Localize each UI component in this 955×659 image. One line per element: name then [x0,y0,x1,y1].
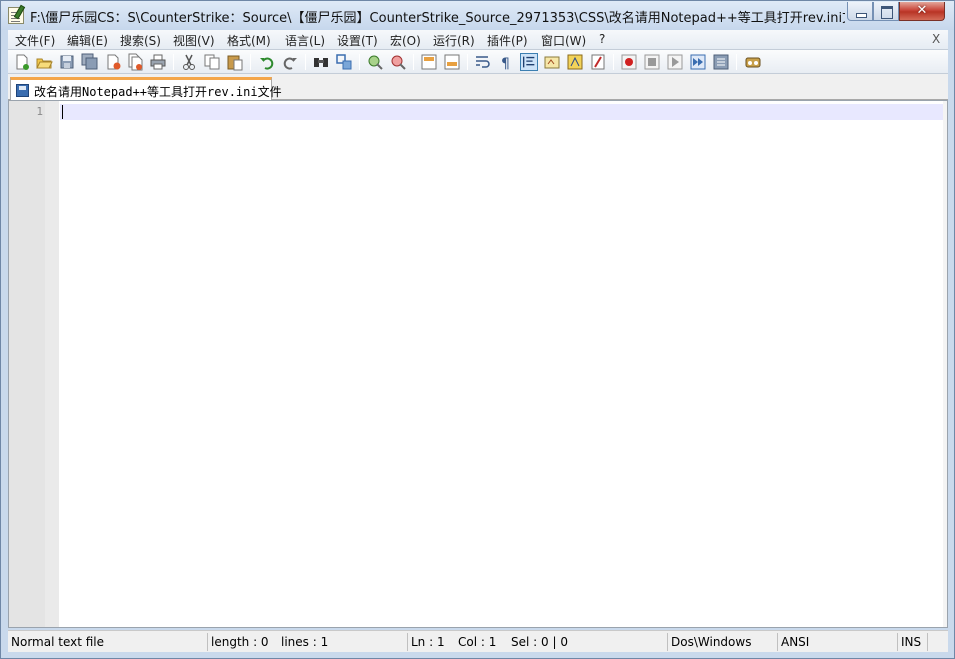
toolbar-separator [173,54,174,70]
status-line: Ln : 1 [411,635,445,649]
toolbar-separator [413,54,414,70]
open-file-icon[interactable] [35,53,53,71]
menu-run[interactable]: 运行(R) [433,32,475,49]
macro-stop-icon[interactable] [643,53,661,71]
window-title: F:\僵尸乐园CS：S\CounterStrike：Source\【僵尸乐园】C… [30,11,845,26]
zoom-out-icon[interactable] [389,53,407,71]
macro-run-multiple-icon[interactable] [689,53,707,71]
current-line-highlight [60,104,943,120]
undo-icon[interactable] [258,53,276,71]
word-wrap-icon[interactable] [474,53,492,71]
status-column: Col : 1 [458,635,497,649]
close-window-button[interactable]: ✕ [899,2,945,21]
line-number: 1 [36,105,43,118]
saved-file-icon [16,84,29,97]
menu-edit[interactable]: 编辑(E) [67,32,108,49]
status-encoding[interactable]: ANSI [778,633,898,651]
macro-save-icon[interactable] [712,53,730,71]
save-icon[interactable] [58,53,76,71]
menu-window[interactable]: 窗口(W) [541,32,586,49]
status-length: length : 0 [211,635,269,649]
status-lines: lines : 1 [278,633,408,651]
toolbar-separator [736,54,737,70]
menu-plugins[interactable]: 插件(P) [487,32,528,49]
status-eol-format[interactable]: Dos\Windows [668,633,778,651]
fold-margin[interactable] [45,101,59,627]
function-list-icon[interactable] [589,53,607,71]
toolbar: ¶ [8,50,948,74]
toolbar-separator [359,54,360,70]
redo-icon[interactable] [281,53,299,71]
macro-play-icon[interactable] [666,53,684,71]
cut-icon[interactable] [180,53,198,71]
title-bar[interactable]: F:\僵尸乐园CS：S\CounterStrike：Source\【僵尸乐园】C… [1,1,954,30]
maximize-button[interactable] [873,2,899,21]
print-icon[interactable] [149,53,167,71]
macro-record-icon[interactable] [620,53,638,71]
indent-guide-icon[interactable] [520,53,538,71]
status-bar: Normal text file length : 0 lines : 1 Ln… [8,630,948,652]
menu-help[interactable]: ? [599,32,605,46]
menu-search[interactable]: 搜索(S) [120,32,161,49]
toolbar-separator [250,54,251,70]
zoom-in-icon[interactable] [366,53,384,71]
toolbar-separator [467,54,468,70]
menu-view[interactable]: 视图(V) [173,32,215,49]
notepad-app-icon[interactable] [8,7,24,24]
svg-text:¶: ¶ [501,56,510,71]
document-tab[interactable]: 改名请用Notepad++等工具打开rev.ini文件 [10,77,282,100]
notepad-plus-plus-window: F:\僵尸乐园CS：S\CounterStrike：Source\【僵尸乐园】C… [0,0,955,659]
sync-vertical-icon[interactable] [420,53,438,71]
line-number-gutter[interactable]: 1 [9,101,59,627]
paste-icon[interactable] [226,53,244,71]
document-tab-label: 改名请用Notepad++等工具打开rev.ini文件 [34,85,282,99]
sync-horizontal-icon[interactable] [443,53,461,71]
menu-language[interactable]: 语言(L) [285,32,325,49]
status-insert-mode[interactable]: INS [898,633,928,651]
menu-file[interactable]: 文件(F) [15,32,55,49]
menu-bar: 文件(F) 编辑(E) 搜索(S) 视图(V) 格式(M) 语言(L) 设置(T… [8,30,948,50]
menu-settings[interactable]: 设置(T) [337,32,378,49]
close-icon[interactable] [104,53,122,71]
close-document-x[interactable]: X [932,32,940,46]
toolbar-separator [305,54,306,70]
toolbar-separator [613,54,614,70]
plugin-icon[interactable] [744,53,762,71]
document-map-icon[interactable] [566,53,584,71]
copy-icon[interactable] [203,53,221,71]
status-selection: Sel : 0 | 0 [508,633,668,651]
close-all-icon[interactable] [126,53,144,71]
status-file-type: Normal text file [8,633,208,651]
save-all-icon[interactable] [81,53,99,71]
close-icon: ✕ [916,3,928,18]
new-file-icon[interactable] [13,53,31,71]
find-icon[interactable] [312,53,330,71]
editor-right-edge [943,101,947,627]
minimize-button[interactable] [847,2,873,21]
text-editor[interactable]: 1 [8,100,948,628]
menu-format[interactable]: 格式(M) [227,32,271,49]
user-language-icon[interactable] [543,53,561,71]
document-tab-bar: 改名请用Notepad++等工具打开rev.ini文件 [8,74,948,100]
menu-macro[interactable]: 宏(O) [390,32,421,49]
show-all-characters-icon[interactable]: ¶ [497,53,515,71]
text-caret [62,105,63,119]
replace-icon[interactable] [335,53,353,71]
